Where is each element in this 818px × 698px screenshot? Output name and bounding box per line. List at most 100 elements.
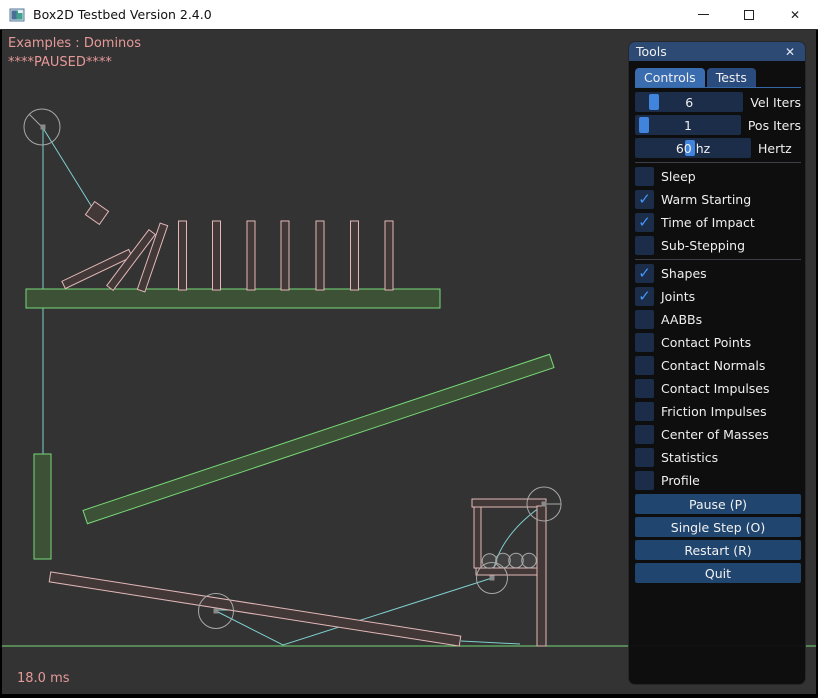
checkbox-center-of-masses[interactable] (635, 425, 654, 444)
checkmark-icon: ✓ (638, 289, 651, 304)
checkbox-label: Time of Impact (661, 215, 755, 230)
restart-r-button[interactable]: Restart (R) (635, 540, 801, 560)
tab-controls[interactable]: Controls (635, 68, 705, 87)
ball-4 (522, 553, 537, 568)
checkbox-sleep[interactable] (635, 167, 654, 186)
maximize-button[interactable] (726, 0, 772, 29)
anchor-marker (214, 609, 219, 614)
checkbox-row-time-of-impact: ✓ Time of Impact (635, 213, 801, 232)
minimize-icon (698, 14, 709, 15)
checkmark-icon: ✓ (638, 266, 651, 281)
checkbox-row-sleep: Sleep (635, 167, 801, 186)
minimize-button[interactable] (680, 0, 726, 29)
checkbox-row-contact-normals: Contact Normals (635, 356, 801, 375)
checkbox-group-sim: Sleep✓Warm Starting✓Time of ImpactSub-St… (635, 167, 801, 255)
single-step-o-button[interactable]: Single Step (O) (635, 517, 801, 537)
panel-close-icon[interactable]: ✕ (782, 45, 798, 59)
checkbox-row-center-of-masses: Center of Masses (635, 425, 801, 444)
checkbox-contact-impulses[interactable] (635, 379, 654, 398)
domino-platform (26, 289, 440, 308)
checkbox-group-draw: ✓Shapes✓JointsAABBsContact PointsContact… (635, 264, 801, 490)
joint-ground-rope (461, 641, 520, 644)
slider-row-vel-iters: 6 Vel Iters (635, 92, 801, 112)
pendulum-anchor-radius (30, 115, 43, 128)
upright-domino-3 (247, 221, 255, 290)
checkbox-label: Friction Impulses (661, 404, 767, 419)
checkbox-sub-stepping[interactable] (635, 236, 654, 255)
checkbox-label: Sleep (661, 169, 696, 184)
slider-value: 1 (635, 115, 741, 135)
slider-row-hertz: 60 hz Hertz (635, 138, 801, 158)
checkbox-row-joints: ✓ Joints (635, 287, 801, 306)
diagonal-green-plank (83, 354, 554, 523)
checkbox-row-profile: Profile (635, 471, 801, 490)
checkbox-joints[interactable]: ✓ (635, 287, 654, 306)
checkbox-aabbs[interactable] (635, 310, 654, 329)
titlebar[interactable]: Box2D Testbed Version 2.4.0 ✕ (0, 0, 818, 30)
quit-button[interactable]: Quit (635, 563, 801, 583)
frame-time-label: 18.0 ms (17, 671, 70, 686)
slider-label: Vel Iters (750, 95, 801, 110)
frame-left-post (474, 507, 481, 568)
slider-label: Pos Iters (748, 118, 801, 133)
slider-label: Hertz (758, 141, 792, 156)
frame-top-beam (472, 499, 546, 507)
tools-panel-header[interactable]: Tools ✕ (629, 42, 805, 61)
app-icon (9, 7, 25, 23)
slider-value: 60 hz (635, 138, 751, 158)
slider-rows: 6 Vel Iters 1 Pos Iters 60 hz Hertz (635, 92, 801, 158)
checkbox-warm-starting[interactable]: ✓ (635, 190, 654, 209)
checkbox-row-statistics: Statistics (635, 448, 801, 467)
window-title: Box2D Testbed Version 2.4.0 (33, 7, 212, 22)
checkbox-row-warm-starting: ✓ Warm Starting (635, 190, 801, 209)
checkbox-label: Warm Starting (661, 192, 751, 207)
anchor-marker (542, 502, 547, 507)
close-icon: ✕ (790, 8, 800, 22)
tab-tests[interactable]: Tests (707, 68, 756, 87)
example-label: Examples : Dominos (8, 36, 141, 51)
checkbox-label: Contact Impulses (661, 381, 770, 396)
anchor-marker (490, 576, 495, 581)
slider-hertz[interactable]: 60 hz (635, 138, 751, 158)
checkmark-icon: ✓ (638, 215, 651, 230)
upright-domino-2 (213, 221, 221, 290)
tall-green-block (34, 454, 51, 559)
slider-vel-iters[interactable]: 6 (635, 92, 743, 112)
checkbox-contact-points[interactable] (635, 333, 654, 352)
close-button[interactable]: ✕ (772, 0, 818, 29)
newton-balls (482, 553, 536, 568)
ball-1 (482, 554, 497, 569)
checkbox-label: Profile (661, 473, 700, 488)
upright-domino-5 (316, 221, 324, 290)
checkbox-label: Shapes (661, 266, 707, 281)
separator (635, 259, 801, 260)
joint-pendulum-to-box (43, 128, 95, 212)
checkbox-row-contact-impulses: Contact Impulses (635, 379, 801, 398)
tab-bar: ControlsTests (635, 68, 801, 88)
checkbox-label: Statistics (661, 450, 718, 465)
checkbox-profile[interactable] (635, 471, 654, 490)
slider-pos-iters[interactable]: 1 (635, 115, 741, 135)
pause-p-button[interactable]: Pause (P) (635, 494, 801, 514)
pendulum-box (85, 202, 108, 225)
checkbox-time-of-impact[interactable]: ✓ (635, 213, 654, 232)
anchor-marker (41, 125, 46, 130)
upright-domino-6 (351, 221, 359, 290)
box2d-testbed-window: { "window": { "title": "Box2D Testbed Ve… (0, 0, 818, 698)
ball-3 (509, 553, 524, 568)
frame-right-post (537, 506, 546, 646)
tools-panel-title: Tools (636, 44, 782, 59)
dynamic-bodies (49, 202, 546, 646)
checkbox-friction-impulses[interactable] (635, 402, 654, 421)
checkbox-row-friction-impulses: Friction Impulses (635, 402, 801, 421)
checkbox-label: AABBs (661, 312, 702, 327)
checkbox-label: Joints (661, 289, 695, 304)
action-buttons: Pause (P) Single Step (O) Restart (R) Quit (635, 494, 801, 583)
checkbox-shapes[interactable]: ✓ (635, 264, 654, 283)
checkbox-statistics[interactable] (635, 448, 654, 467)
tools-panel: Tools ✕ ControlsTests 6 Vel Iters 1 Pos Ite… (628, 41, 806, 685)
separator (635, 162, 801, 163)
ball-2 (496, 553, 511, 568)
anchor-markers (41, 125, 547, 614)
checkbox-contact-normals[interactable] (635, 356, 654, 375)
